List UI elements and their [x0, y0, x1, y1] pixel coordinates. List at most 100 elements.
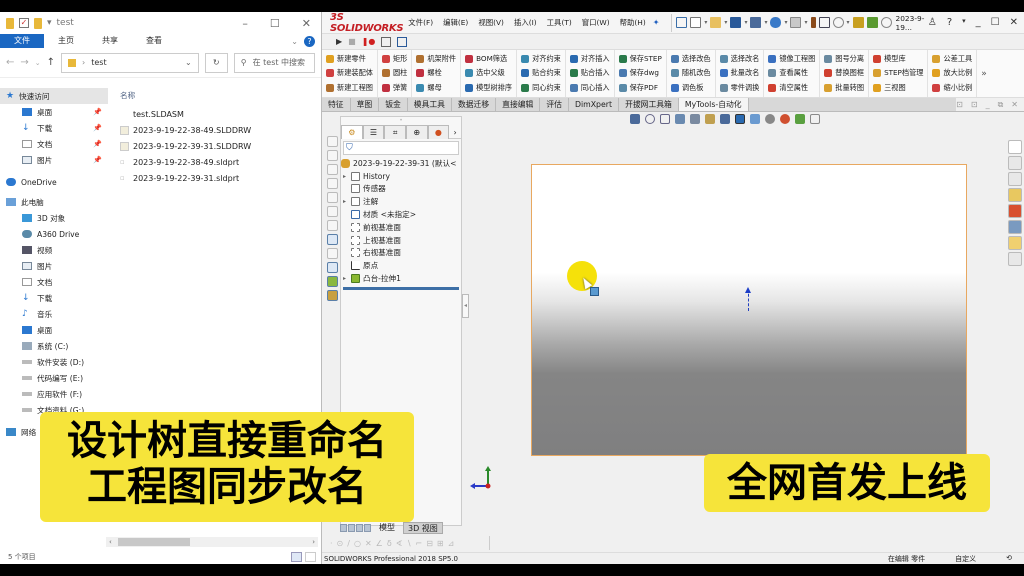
- command-button[interactable]: 选中父级: [465, 67, 512, 80]
- undo-icon[interactable]: [770, 17, 782, 28]
- dimension-icon[interactable]: ⊟: [426, 539, 433, 548]
- pin-icon[interactable]: 📌: [93, 108, 102, 116]
- tree-item[interactable]: ▸ History: [341, 170, 461, 183]
- cm-tab[interactable]: 数据迁移: [452, 98, 497, 111]
- nav-documents[interactable]: 文档 📌: [0, 136, 108, 152]
- file-item[interactable]: test.SLDASM: [112, 106, 318, 122]
- tree-item[interactable]: ▸ 注解: [341, 195, 461, 208]
- command-button[interactable]: 圆柱: [381, 67, 407, 80]
- display-icon[interactable]: [326, 262, 338, 273]
- command-button[interactable]: 选择改名: [719, 53, 759, 66]
- menu-edit[interactable]: 编辑(E): [438, 17, 473, 28]
- new-folder-icon[interactable]: [34, 17, 42, 29]
- units-selector[interactable]: 自定义: [955, 554, 976, 564]
- chamfer-icon[interactable]: ∢: [396, 539, 403, 548]
- file-item[interactable]: 2023-9-19-22-39-31.SLDDRW: [112, 138, 318, 154]
- section-view-icon[interactable]: [675, 114, 685, 124]
- zoom-to-area-icon[interactable]: [645, 114, 655, 124]
- command-button[interactable]: 模型库: [873, 53, 923, 66]
- tile-icon[interactable]: ⊡: [956, 100, 963, 109]
- edit-macro-icon[interactable]: [397, 36, 408, 47]
- nav-pictures[interactable]: 图片 📌: [0, 152, 108, 168]
- tree-item[interactable]: 原点: [341, 259, 461, 272]
- configuration-manager-tab-icon[interactable]: ⌗: [384, 125, 406, 139]
- command-button[interactable]: 贴合约束: [521, 67, 561, 80]
- tree-item[interactable]: 上视基准面: [341, 234, 461, 247]
- nav-pc-documents[interactable]: 文档: [0, 274, 108, 290]
- custom-properties-icon[interactable]: [1008, 220, 1022, 234]
- command-button[interactable]: 批量改名: [719, 67, 759, 80]
- nav-onedrive[interactable]: OneDrive: [0, 174, 108, 190]
- menu-insert[interactable]: 插入(I): [509, 17, 542, 28]
- chevron-down-icon[interactable]: ▾: [804, 19, 807, 26]
- open-icon[interactable]: [710, 17, 722, 28]
- scroll-thumb[interactable]: [118, 538, 190, 546]
- command-button[interactable]: 随机改色: [670, 67, 711, 80]
- command-button[interactable]: 新建零件: [326, 53, 373, 66]
- command-button[interactable]: 螺母: [416, 81, 456, 94]
- file-explorer-icon[interactable]: [1008, 172, 1022, 186]
- search-input[interactable]: ⚲ 在 test 中搜索: [233, 52, 315, 73]
- nav-a360-drive[interactable]: A360 Drive: [0, 226, 108, 242]
- command-button[interactable]: 三视图: [873, 81, 923, 94]
- point-icon[interactable]: ·: [330, 539, 333, 548]
- corner-icon[interactable]: ⌐: [416, 539, 423, 548]
- view-icon[interactable]: [326, 164, 338, 175]
- file-item[interactable]: ▫ 2023-9-19-22-38-49.sldprt: [112, 154, 318, 170]
- command-button[interactable]: 螺栓: [416, 67, 456, 80]
- file-item[interactable]: ▫ 2023-9-19-22-39-31.sldprt: [112, 170, 318, 186]
- relation-icon[interactable]: ⊿: [448, 539, 455, 548]
- circle-tool-icon[interactable]: ○: [354, 539, 361, 548]
- addin-assembly-icon[interactable]: [866, 17, 878, 28]
- assembly-save-icon[interactable]: [326, 290, 338, 301]
- chevron-down-icon[interactable]: ▾: [47, 18, 52, 28]
- command-button[interactable]: 镜像工程图: [768, 53, 815, 66]
- edit-icon[interactable]: [326, 248, 338, 259]
- doc-minimize-button[interactable]: _: [986, 100, 990, 109]
- menu-window[interactable]: 窗口(W): [577, 17, 615, 28]
- expand-arrow-icon[interactable]: ▸: [341, 275, 348, 282]
- feature-manager-tab-icon[interactable]: ⚙: [341, 125, 363, 139]
- circle-icon[interactable]: ⊙: [337, 539, 344, 548]
- toolbox-icon[interactable]: [1008, 252, 1022, 266]
- view-icon[interactable]: [326, 150, 338, 161]
- more-commands-icon[interactable]: »: [977, 50, 991, 97]
- command-button[interactable]: BOM筛选: [465, 53, 512, 66]
- cm-tab[interactable]: 开拔网工具箱: [619, 98, 679, 111]
- view-icon[interactable]: [326, 178, 338, 189]
- previous-view-icon[interactable]: [660, 114, 670, 124]
- maximize-button[interactable]: ☐: [991, 17, 1000, 28]
- command-button[interactable]: 图号分离: [824, 53, 864, 66]
- addin-part-icon[interactable]: [852, 17, 864, 28]
- tile2-icon[interactable]: ⊡: [971, 100, 978, 109]
- command-button[interactable]: 公差工具: [932, 53, 972, 66]
- section-view-icon[interactable]: [326, 234, 338, 245]
- details-view-button[interactable]: [291, 552, 302, 562]
- menu-view[interactable]: 视图(V): [473, 17, 509, 28]
- expand-arrow-icon[interactable]: ▸: [341, 198, 348, 205]
- back-button[interactable]: ←: [6, 57, 14, 68]
- edit-appearance-icon[interactable]: [780, 114, 790, 124]
- command-button[interactable]: 对齐约束: [521, 53, 561, 66]
- rollback-bar[interactable]: [343, 286, 459, 290]
- ribbon-tab-file[interactable]: 文件: [0, 34, 44, 48]
- stop-macro-icon[interactable]: ■: [348, 37, 356, 46]
- appearances-icon[interactable]: [1008, 204, 1022, 218]
- trim-icon[interactable]: ✕: [365, 539, 372, 548]
- maximize-button[interactable]: ☐: [270, 17, 280, 30]
- view-icon[interactable]: [326, 220, 338, 231]
- menu-file[interactable]: 文件(F): [403, 17, 438, 28]
- apply-scene-icon[interactable]: [705, 114, 715, 124]
- file-properties-icon[interactable]: [818, 17, 830, 28]
- dimxpert-manager-tab-icon[interactable]: ⊕: [405, 125, 428, 139]
- doc-close-button[interactable]: ✕: [1011, 100, 1018, 109]
- nav-pc-downloads[interactable]: ↓ 下载: [0, 290, 108, 306]
- column-header-name[interactable]: 名称: [112, 90, 318, 106]
- solidworks-logo[interactable]: 3S SOLIDWORKS: [322, 12, 404, 34]
- ribbon-tab-view[interactable]: 查看: [132, 34, 176, 48]
- chevron-down-icon[interactable]: ▾: [704, 19, 707, 26]
- nav-drive-d[interactable]: 软件安装 (D:): [0, 354, 108, 370]
- command-button[interactable]: 同心插入: [569, 81, 610, 94]
- tab-scroll-buttons[interactable]: [340, 524, 371, 532]
- line-icon[interactable]: /: [347, 539, 350, 548]
